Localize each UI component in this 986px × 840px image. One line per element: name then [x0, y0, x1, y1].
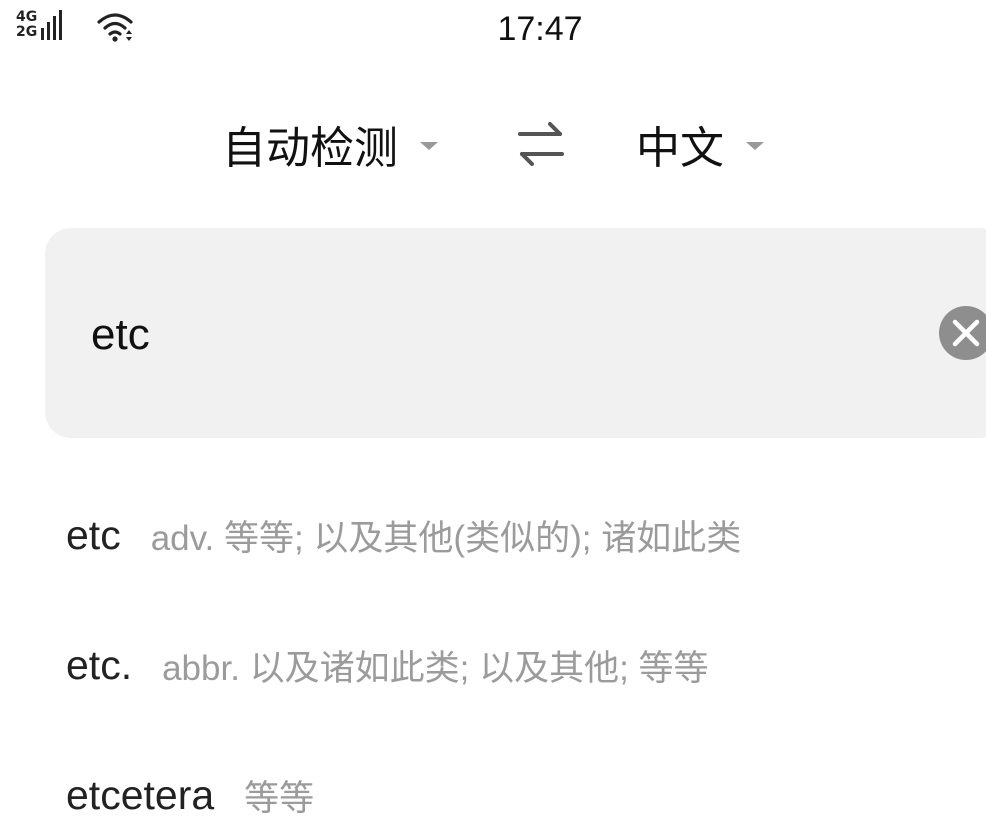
suggestion-word: etc. [66, 641, 133, 688]
query-input[interactable] [91, 310, 891, 360]
suggestion-word: etc [66, 511, 121, 558]
target-language-label: 中文 [636, 123, 724, 174]
chevron-down-icon [420, 142, 438, 150]
source-language-label: 自动检测 [222, 123, 398, 174]
target-language-selector[interactable]: 中文 [636, 112, 764, 176]
suggestion-definition: 等等 [244, 778, 315, 818]
translator-screen: 4G 2G 17:47 自动检测 中文 etc etc adv. 等等; 以及其… [0, 0, 986, 840]
clear-icon [952, 319, 980, 347]
source-language-selector[interactable]: 自动检测 [222, 112, 438, 176]
chevron-down-icon [746, 142, 764, 150]
clear-button[interactable] [939, 306, 986, 360]
suggestion-definition: adv. 等等; 以及其他(类似的); 诸如此类 [150, 518, 742, 558]
suggestion-item[interactable]: etc. abbr. 以及诸如此类; 以及其他; 等等 [66, 600, 966, 730]
language-bar: 自动检测 中文 [0, 112, 986, 176]
suggestion-word: etcetera [66, 771, 215, 818]
suggestion-item[interactable]: etcetera 等等 [66, 730, 966, 840]
status-bar: 4G 2G 17:47 [0, 0, 986, 58]
swap-arrows-icon[interactable] [516, 118, 566, 170]
suggestion-definition: abbr. 以及诸如此类; 以及其他; 等等 [162, 648, 709, 688]
input-card [45, 228, 986, 438]
suggestion-item[interactable]: etc adv. 等等; 以及其他(类似的); 诸如此类 [66, 470, 966, 600]
clock: 17:47 [497, 10, 583, 48]
